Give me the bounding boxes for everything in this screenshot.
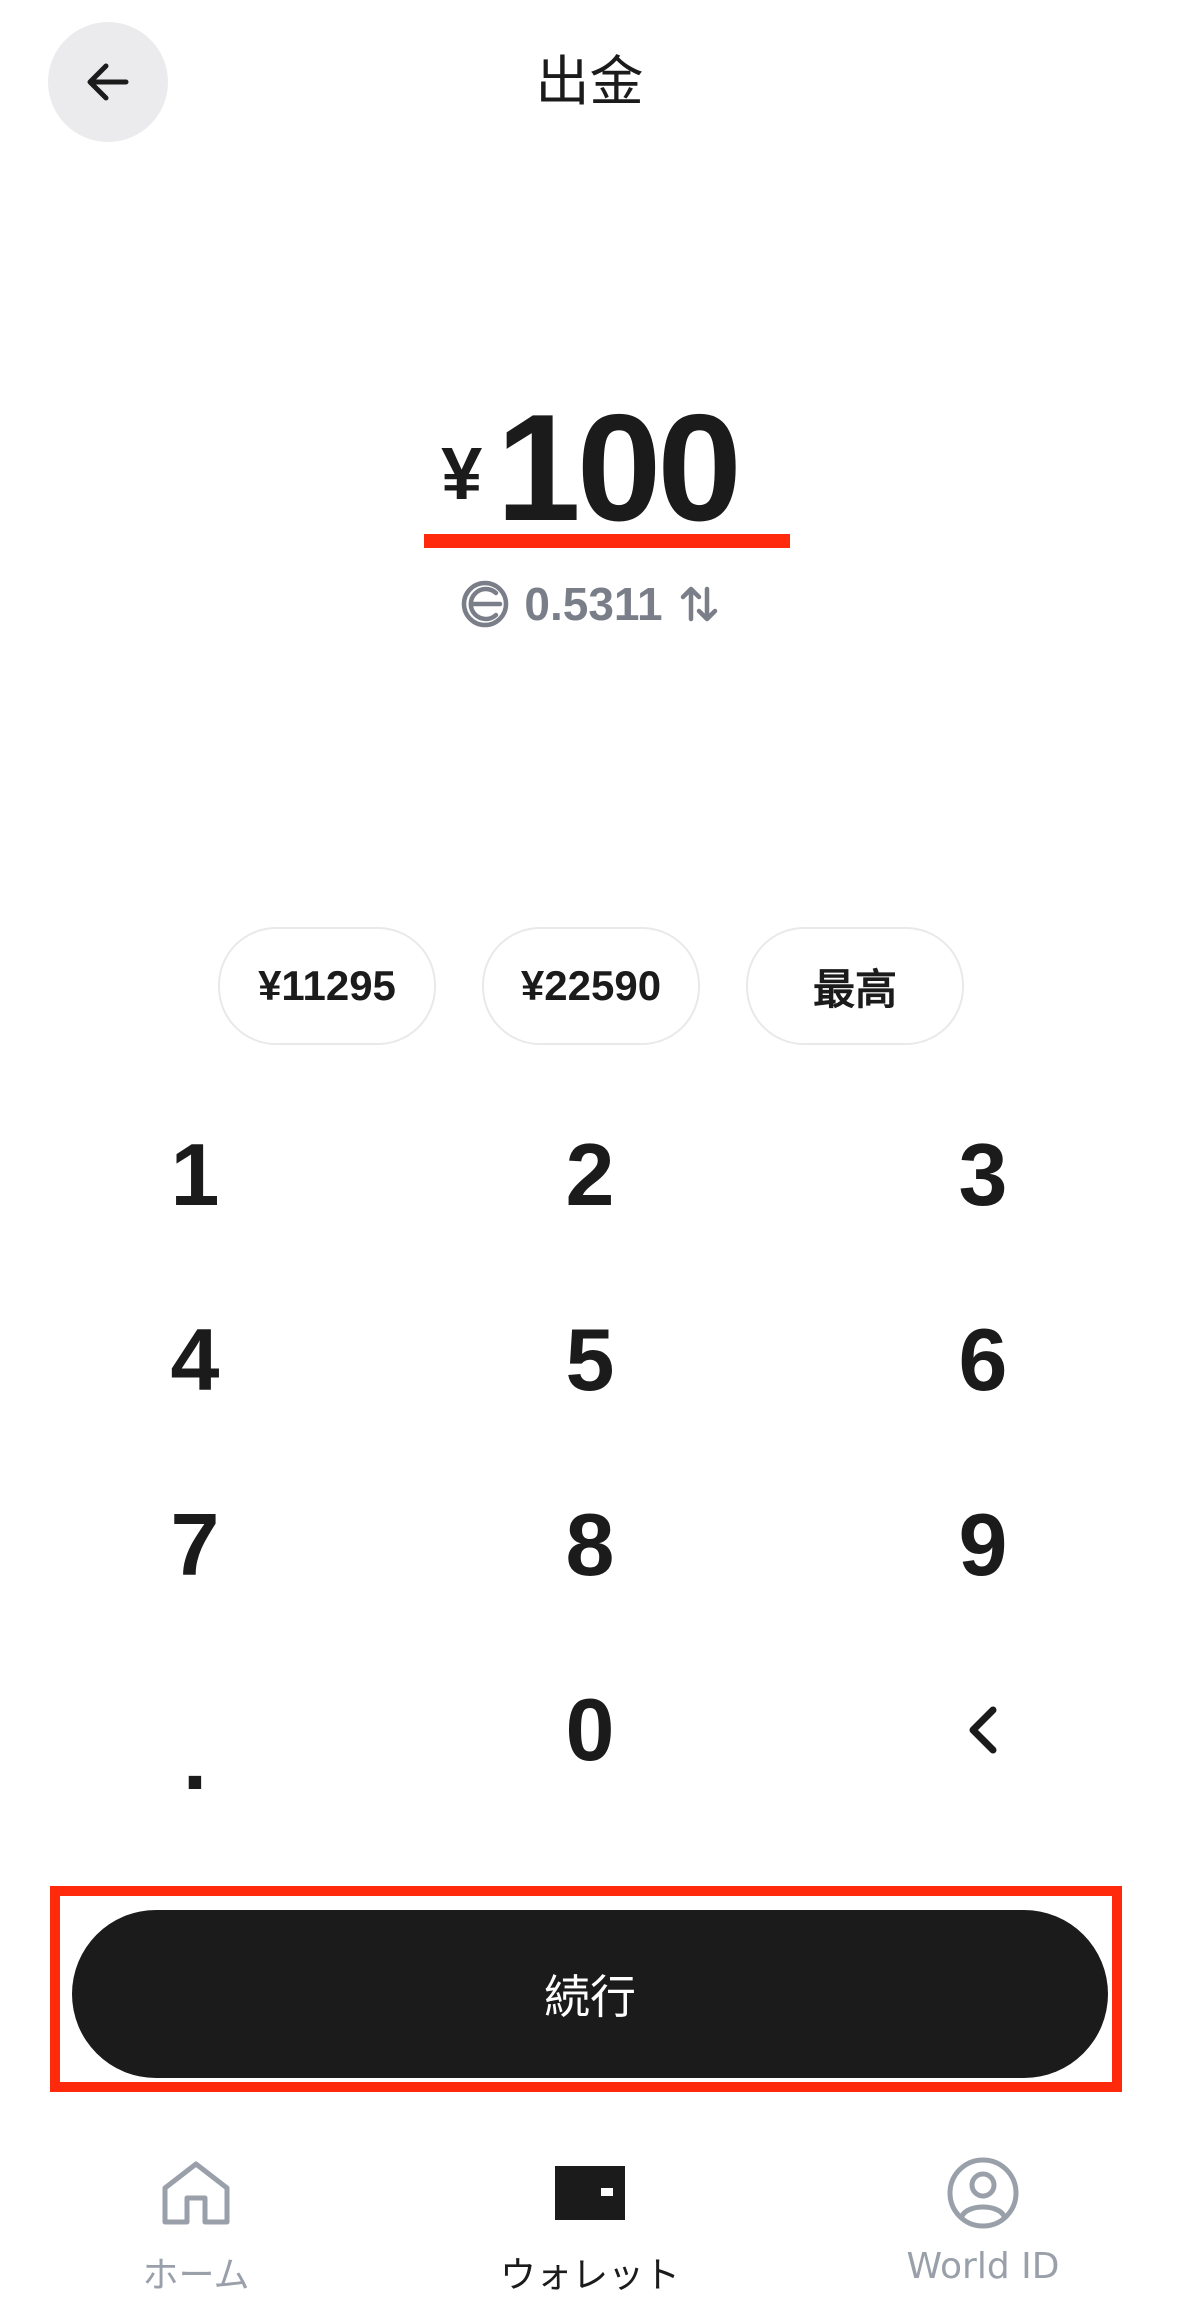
tab-wallet[interactable]: ウォレット — [460, 2120, 720, 2305]
tab-world-id[interactable]: World ID — [853, 2120, 1113, 2305]
key-8[interactable]: 8 — [440, 1465, 740, 1625]
world-id-icon — [946, 2156, 1020, 2230]
page-title: 出金 — [535, 50, 644, 113]
conversion-toggle[interactable]: 0.5311 — [0, 572, 1179, 636]
key-6[interactable]: 6 — [833, 1280, 1133, 1440]
key-3[interactable]: 3 — [833, 1095, 1133, 1255]
tab-home[interactable]: ホーム — [66, 2120, 326, 2305]
worldcoin-icon — [460, 579, 510, 629]
key-4[interactable]: 4 — [45, 1280, 345, 1440]
quick-amount-chip-max[interactable]: 最高 — [746, 927, 964, 1045]
tab-home-label: ホーム — [142, 2255, 250, 2296]
chevron-left-icon — [963, 1702, 1003, 1758]
quick-amount-chip-1[interactable]: ¥11295 — [218, 927, 436, 1045]
amount-value: 100 — [496, 383, 742, 553]
key-0[interactable]: 0 — [440, 1650, 740, 1810]
tab-wallet-label: ウォレット — [499, 2255, 680, 2296]
key-2[interactable]: 2 — [440, 1095, 740, 1255]
key-5[interactable]: 5 — [440, 1280, 740, 1440]
home-icon — [159, 2156, 233, 2230]
continue-button-label: 続行 — [544, 1970, 636, 2024]
continue-button[interactable]: 続行 — [72, 1910, 1108, 2078]
quick-amount-chip-2[interactable]: ¥22590 — [482, 927, 700, 1045]
key-decimal[interactable]: . — [45, 1650, 345, 1810]
backspace-key[interactable] — [833, 1650, 1133, 1810]
swap-arrows-icon — [679, 583, 719, 625]
key-9[interactable]: 9 — [833, 1465, 1133, 1625]
wallet-icon — [553, 2156, 627, 2230]
conversion-value: 0.5311 — [524, 578, 663, 630]
tab-world-id-label: World ID — [906, 2246, 1060, 2287]
amount-display[interactable]: ¥ 100 — [0, 383, 1179, 553]
key-7[interactable]: 7 — [45, 1465, 345, 1625]
numeric-keypad: 1 2 3 4 5 6 7 8 9 . 0 — [0, 1095, 1179, 1835]
amount-currency: ¥ — [441, 432, 483, 515]
quick-amount-chips: ¥11295 ¥22590 最高 — [0, 927, 1179, 1045]
key-1[interactable]: 1 — [45, 1095, 345, 1255]
bottom-tab-bar: ホーム ウォレット World ID — [0, 2120, 1179, 2305]
amount-underline-highlight — [424, 534, 790, 548]
